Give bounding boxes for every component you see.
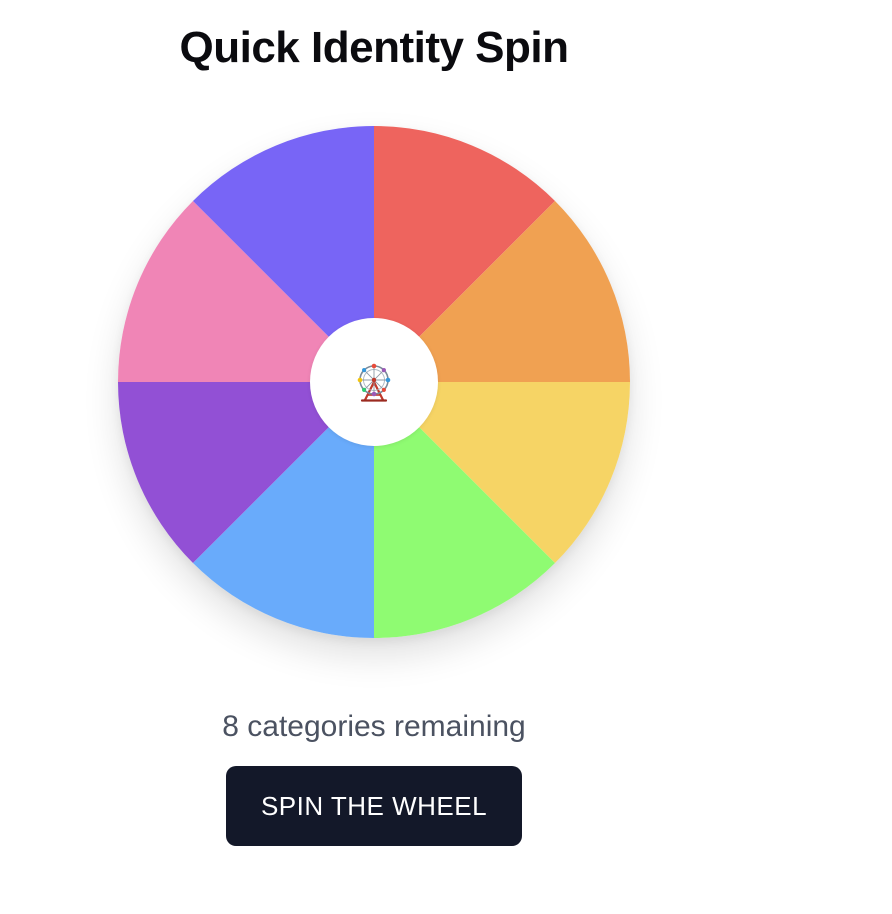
spin-wheel[interactable] bbox=[118, 126, 630, 638]
wheel-hub[interactable] bbox=[310, 318, 438, 446]
ferris-wheel-icon bbox=[357, 363, 391, 402]
spin-the-wheel-button[interactable]: SPIN THE WHEEL bbox=[226, 766, 522, 846]
categories-remaining-text: 8 categories remaining bbox=[222, 710, 526, 743]
page-title: Quick Identity Spin bbox=[179, 23, 570, 72]
page: Quick Identity Spin 8 categories remaini… bbox=[0, 0, 748, 914]
